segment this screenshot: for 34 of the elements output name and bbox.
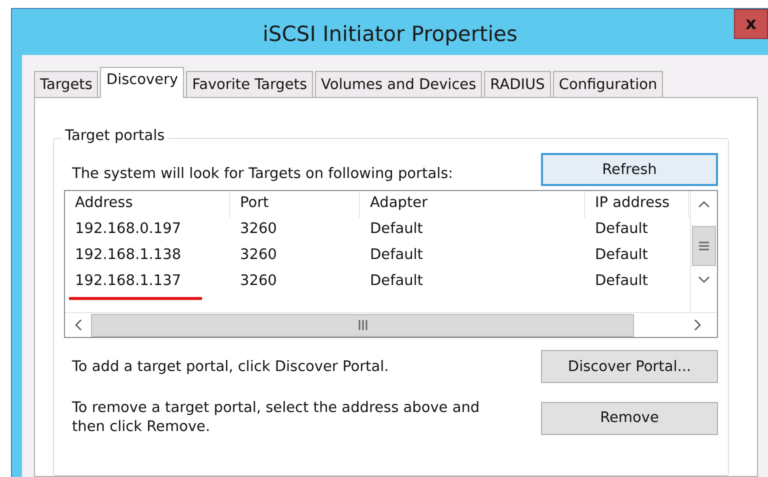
table-cell-text: Default bbox=[369, 220, 424, 239]
column-header[interactable]: IP address bbox=[585, 191, 689, 218]
tab[interactable]: Favorite Targets bbox=[186, 71, 314, 97]
discover-portal-button[interactable]: Discover Portal... bbox=[541, 350, 718, 383]
table-cell-text: Default bbox=[594, 220, 649, 239]
tab[interactable]: Volumes and Devices bbox=[315, 71, 482, 97]
tab[interactable]: Discovery bbox=[100, 67, 184, 98]
tab[interactable]: Configuration bbox=[552, 71, 664, 97]
table-cell-text: 3260 bbox=[239, 272, 278, 291]
column-header[interactable]: Adapter bbox=[360, 191, 585, 218]
remove-button[interactable]: Remove bbox=[541, 402, 718, 434]
tab[interactable]: Targets bbox=[34, 71, 98, 97]
tab[interactable]: RADIUS bbox=[484, 71, 551, 97]
table-cell-text: Default bbox=[369, 246, 424, 265]
table-cell-text: Default bbox=[369, 272, 424, 291]
close-button[interactable]: x bbox=[734, 9, 768, 39]
remove-instruction: To remove a target portal, select the address above and then click Remove. bbox=[72, 399, 481, 437]
table-cell-text: Default bbox=[594, 272, 649, 291]
intro-text: The system will look for Targets on following portals: bbox=[72, 166, 454, 182]
scroll-thumb[interactable] bbox=[91, 314, 634, 336]
table-cell-text: 3260 bbox=[239, 246, 278, 265]
table-cell-text: Default bbox=[594, 246, 649, 265]
column-header[interactable]: Port bbox=[230, 191, 360, 218]
horizontal-scrollbar[interactable] bbox=[65, 312, 717, 337]
table-cell-text: 3260 bbox=[239, 220, 278, 239]
table-cell-text: 192.168.0.197 bbox=[74, 220, 182, 239]
column-header[interactable]: Address bbox=[65, 191, 230, 218]
refresh-button[interactable]: Refresh bbox=[541, 153, 718, 186]
vertical-scrollbar[interactable] bbox=[690, 191, 717, 312]
window-title: iSCSI Initiator Properties bbox=[262, 21, 518, 46]
table-cell-text: 192.168.1.138 bbox=[74, 246, 182, 265]
group-title: Target portals bbox=[62, 128, 168, 144]
scroll-thumb[interactable] bbox=[692, 226, 716, 266]
add-instruction: To add a target portal, click Discover Portal. bbox=[72, 358, 389, 374]
